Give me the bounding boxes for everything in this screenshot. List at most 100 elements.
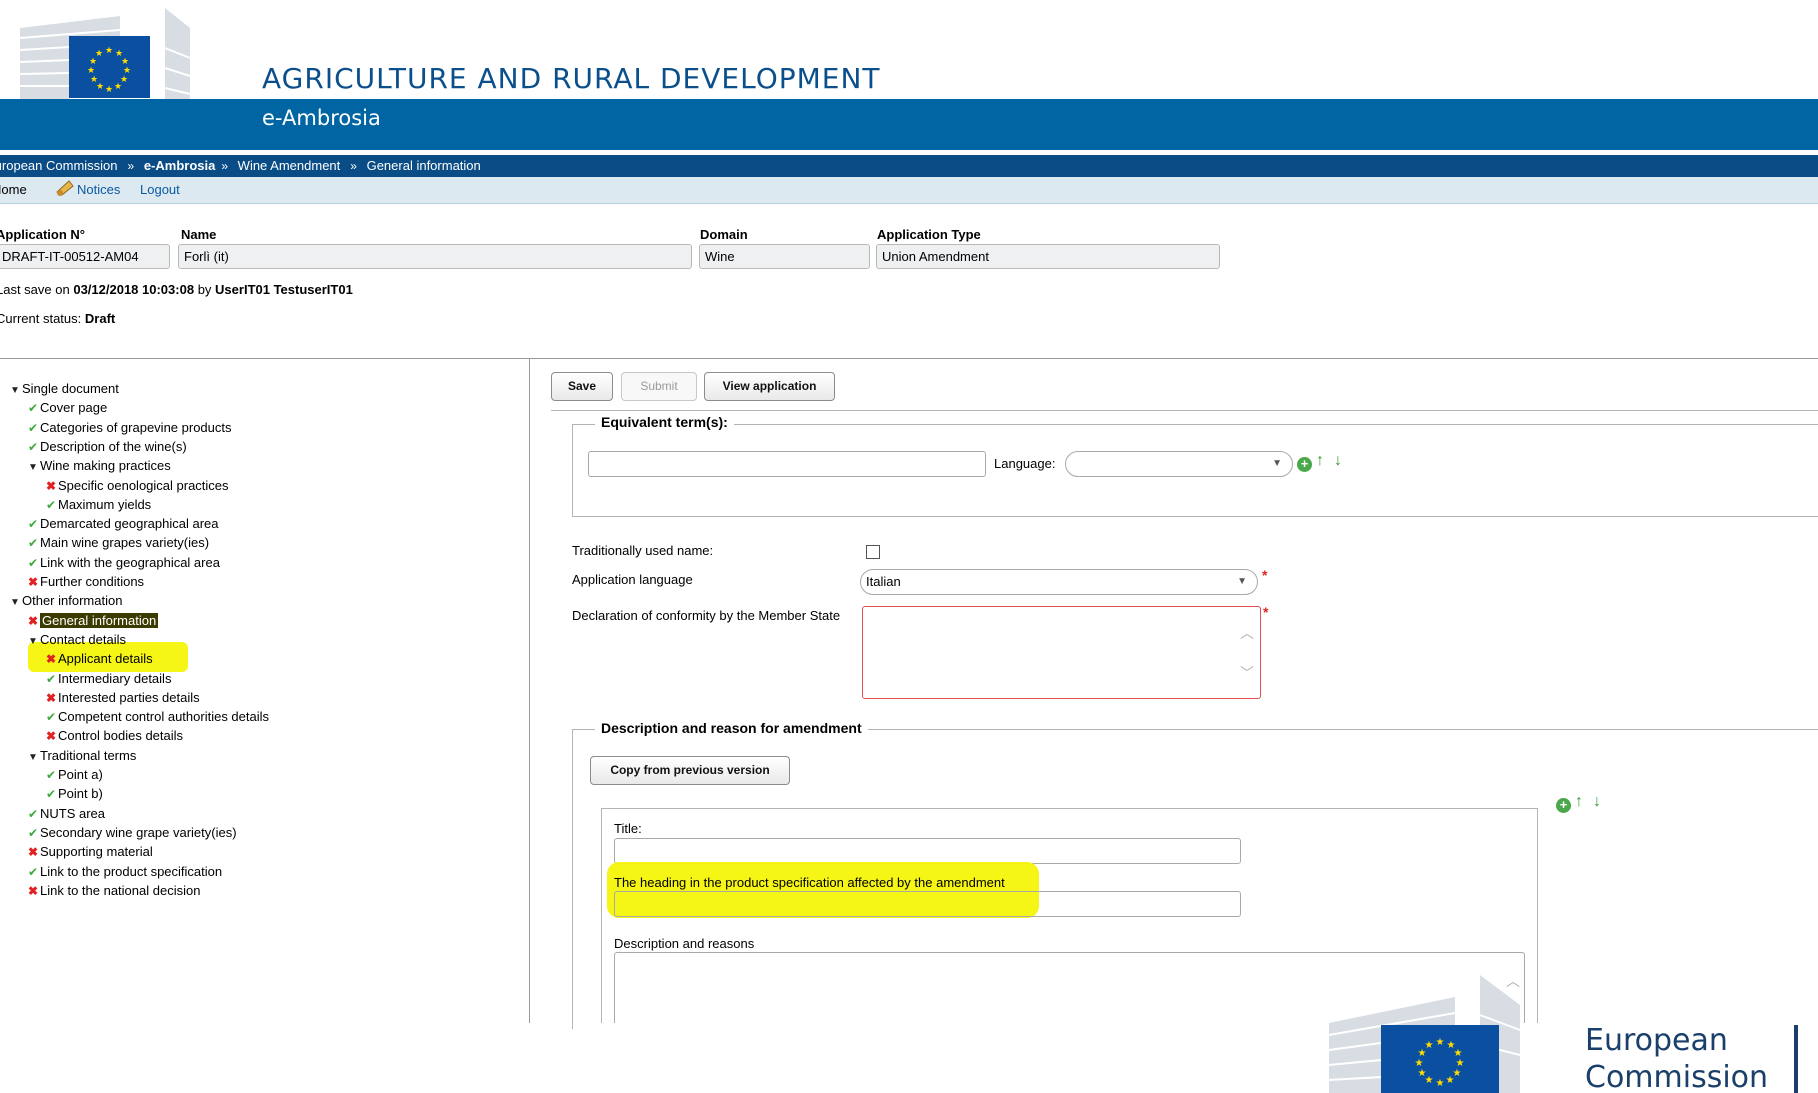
check-icon: ✔ — [45, 787, 57, 802]
tree-item[interactable]: ✔ Point a) — [44, 766, 103, 784]
tree-item-label: Main wine grapes variety(ies) — [40, 535, 210, 551]
breadcrumb-item-ambrosia[interactable]: e-Ambrosia — [144, 158, 216, 173]
expand-triangle-icon[interactable]: ▼ — [26, 749, 40, 767]
view-application-button[interactable]: View application — [704, 372, 835, 401]
tree-item[interactable]: ✖ Link to the national decision — [26, 882, 200, 900]
breadcrumb-item-wine-amendment[interactable]: Wine Amendment — [238, 158, 341, 173]
required-marker: * — [1262, 567, 1268, 583]
tree-item-label: Categories of grapevine products — [40, 419, 232, 435]
title-input[interactable] — [614, 838, 1241, 864]
tree-item[interactable]: ✔ Secondary wine grape variety(ies) — [26, 824, 237, 842]
cross-icon: ✖ — [45, 729, 57, 744]
breadcrumb-item-commission[interactable]: European Commission — [0, 158, 118, 173]
svg-text:★: ★ — [1418, 1068, 1427, 1079]
amendment-move-up-icon[interactable]: ↑ — [1575, 793, 1583, 811]
tree-item[interactable]: ✔ Categories of grapevine products — [26, 419, 232, 437]
traditional-name-checkbox[interactable] — [866, 545, 880, 559]
expand-triangle-icon[interactable]: ▼ — [8, 594, 22, 612]
tree-item[interactable]: ▼ Other information — [8, 592, 122, 610]
tree-item[interactable]: ✖ Further conditions — [26, 573, 144, 591]
site-title: AGRICULTURE AND RURAL DEVELOPMENT — [262, 62, 881, 95]
tree-item[interactable]: ✖ Applicant details — [44, 650, 153, 668]
tree-item[interactable]: ✖ Supporting material — [26, 843, 153, 861]
tree-item-label: Specific oenological practices — [58, 477, 229, 493]
equivalent-term-input[interactable] — [588, 451, 986, 477]
application-type-field: Union Amendment — [876, 244, 1220, 269]
move-down-icon[interactable]: ↓ — [1334, 452, 1342, 470]
breadcrumb-item-general-information[interactable]: General information — [367, 158, 481, 173]
tree-item[interactable]: ✖ Specific oenological practices — [44, 477, 229, 495]
tree-item[interactable]: ✔ Point b) — [44, 785, 103, 803]
tree-item-label: Demarcated geographical area — [40, 516, 219, 532]
tree-item[interactable]: ✖ General information — [26, 612, 159, 630]
tree-item[interactable]: ▼ Single document — [8, 380, 119, 398]
expand-triangle-icon[interactable]: ▼ — [26, 459, 40, 477]
application-language-select[interactable]: Italian ▼ — [860, 569, 1258, 595]
tree-item[interactable]: ✖ Interested parties details — [44, 689, 200, 707]
title-label: Title: — [614, 821, 642, 836]
tree-item[interactable]: ✔ Link with the geographical area — [26, 554, 220, 572]
tree-item[interactable]: ▼ Contact details — [26, 631, 126, 649]
tree-item-label: Maximum yields — [58, 496, 152, 512]
tree-item[interactable]: ✔ Maximum yields — [44, 496, 151, 514]
tree-item-label: Description of the wine(s) — [40, 438, 187, 454]
domain-label: Domain — [700, 227, 748, 242]
svg-text:★: ★ — [1436, 1078, 1445, 1089]
tree-item[interactable]: ✔ Link to the product specification — [26, 863, 222, 881]
tree-item[interactable]: ✔ Competent control authorities details — [44, 708, 269, 726]
notices-icon[interactable] — [54, 177, 76, 199]
submit-button[interactable]: Submit — [621, 372, 697, 401]
heading-input[interactable] — [614, 891, 1241, 917]
tree-item-label: Traditional terms — [40, 747, 137, 763]
tree-item-label: Secondary wine grape variety(ies) — [40, 824, 237, 840]
tree-item[interactable]: ✔ Main wine grapes variety(ies) — [26, 534, 209, 552]
menu-logout[interactable]: Logout — [140, 177, 180, 203]
copy-previous-button[interactable]: Copy from previous version — [590, 756, 790, 785]
tree-item[interactable]: ✔ Description of the wine(s) — [26, 438, 187, 456]
svg-text:★: ★ — [1425, 1040, 1434, 1051]
menu-home[interactable]: Home — [0, 177, 27, 203]
tree-item[interactable]: ✔ NUTS area — [26, 805, 105, 823]
name-field: Forlì (it) — [178, 244, 692, 269]
toolbar-separator — [551, 410, 1818, 418]
expand-triangle-icon[interactable]: ▼ — [8, 382, 22, 400]
tree-item[interactable]: ✔ Demarcated geographical area — [26, 515, 219, 533]
tree-item-label: General information — [40, 612, 159, 628]
tree-item-label: Supporting material — [40, 844, 153, 860]
cross-icon: ✖ — [27, 613, 39, 628]
save-button[interactable]: Save — [551, 372, 613, 401]
amendment-move-down-icon[interactable]: ↓ — [1593, 793, 1601, 811]
tree-item[interactable]: ▼ Traditional terms — [26, 747, 136, 765]
tree-item-label: NUTS area — [40, 805, 106, 821]
heading-label: The heading in the product specification… — [614, 875, 1005, 890]
status-value: Draft — [84, 311, 116, 326]
scroll-down-icon[interactable]: ﹀ — [1240, 663, 1254, 683]
tree-divider — [529, 358, 530, 1023]
cross-icon: ✖ — [45, 690, 57, 705]
expand-triangle-icon[interactable]: ▼ — [26, 633, 40, 651]
language-select[interactable]: ▼ — [1065, 451, 1293, 477]
tree-item[interactable]: ✔ Intermediary details — [44, 670, 171, 688]
tree-item-label: Wine making practices — [40, 458, 171, 474]
tree-item-label: Link with the geographical area — [40, 554, 220, 570]
cross-icon: ✖ — [27, 845, 39, 860]
tree-item[interactable]: ✔ Cover page — [26, 399, 107, 417]
name-label: Name — [181, 227, 217, 242]
tree-item[interactable]: ✖ Control bodies details — [44, 727, 183, 745]
language-label: Language: — [994, 456, 1056, 471]
check-icon: ✔ — [45, 710, 57, 725]
menu-notices[interactable]: Notices — [77, 177, 120, 203]
current-status: Current status: Draft — [0, 311, 116, 326]
add-icon[interactable]: + — [1297, 457, 1312, 472]
move-up-icon[interactable]: ↑ — [1316, 452, 1324, 470]
scroll-up-icon[interactable]: ︿ — [1240, 623, 1254, 643]
add-amendment-icon[interactable]: + — [1556, 798, 1571, 813]
check-icon: ✔ — [27, 536, 39, 551]
tree-item-label: Single document — [22, 381, 119, 396]
tree-item-label: Cover page — [40, 400, 108, 416]
tree-item[interactable]: ▼ Wine making practices — [26, 457, 171, 475]
declaration-textarea[interactable]: ︿ ﹀ — [862, 606, 1261, 699]
tree-item-label: Competent control authorities details — [58, 709, 270, 725]
check-icon: ✔ — [45, 768, 57, 782]
check-icon: ✔ — [45, 671, 57, 686]
